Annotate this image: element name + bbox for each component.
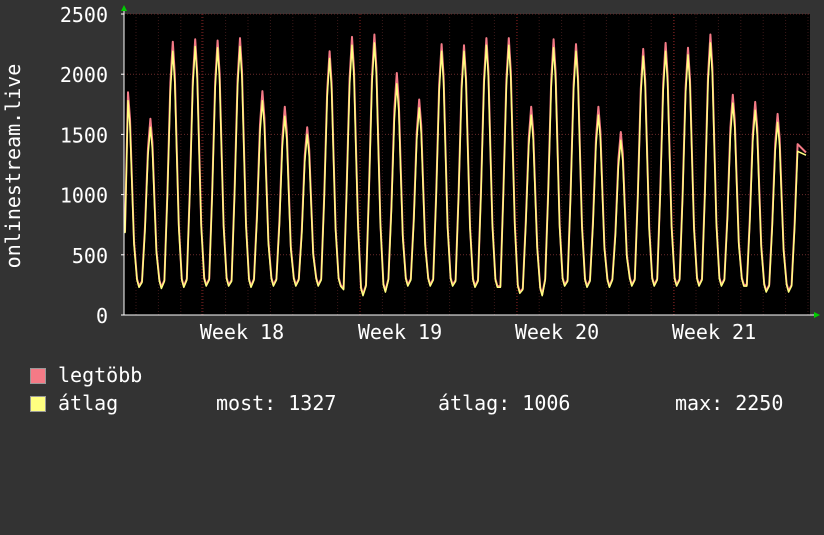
munin-graph: 0 500 1000 1500 2000 2500 Week 18 Week 19 Week … — [0, 0, 824, 430]
x-tick-label: Week 18 — [200, 320, 284, 344]
x-tick-label: Week 19 — [358, 320, 442, 344]
x-axis-arrow — [814, 312, 820, 318]
y-tick-label: 500 — [72, 244, 108, 268]
y-tick-label: 2000 — [60, 63, 108, 87]
y-axis-label: onlinestream.live — [1, 64, 25, 269]
x-tick-label: Week 20 — [515, 320, 599, 344]
y-tick-label: 2500 — [60, 3, 108, 27]
y-tick-label: 1000 — [60, 184, 108, 208]
y-tick-label: 1500 — [60, 123, 108, 147]
stat-average: átlag: 1006 — [438, 391, 571, 415]
stat-maximum: max: 2250 — [675, 391, 784, 415]
legend-label-avg: átlag — [58, 391, 119, 415]
legend-swatch-avg — [30, 396, 46, 412]
y-axis-arrow — [121, 5, 127, 11]
stat-current: most: 1327 — [216, 391, 337, 415]
legend-item-avg: átlag most: 1327 átlag: 1006 max: 2250 — [30, 393, 820, 533]
legend-label-max: legtöbb — [58, 363, 143, 387]
legend-swatch-max — [30, 368, 46, 384]
x-tick-label: Week 21 — [672, 320, 756, 344]
y-tick-label: 0 — [96, 304, 108, 328]
